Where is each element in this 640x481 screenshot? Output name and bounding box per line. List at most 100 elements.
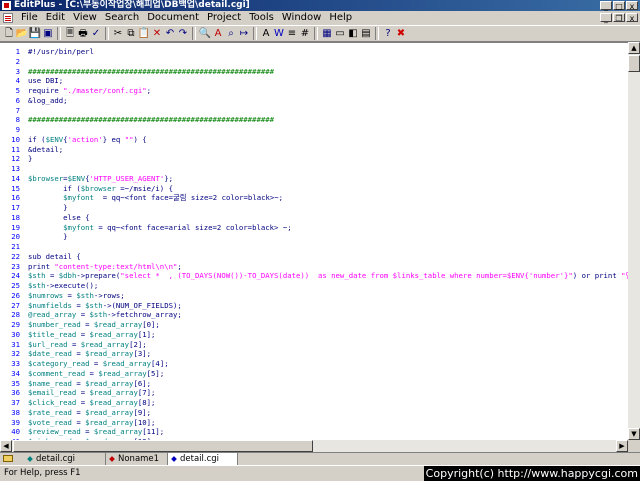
print-icon[interactable]: 🖶 xyxy=(77,28,89,40)
horizontal-scroll-thumb[interactable] xyxy=(13,440,313,452)
code-line[interactable]: 38 $rate_read = $read_array[9]; xyxy=(0,408,628,418)
menu-document[interactable]: Document xyxy=(143,11,203,25)
code-line[interactable]: 21 xyxy=(0,242,628,252)
code-line[interactable]: 5 require "./master/conf.cgi"; xyxy=(0,86,628,96)
horizontal-scrollbar[interactable]: ◀ ▶ xyxy=(0,440,640,452)
code-token: [10]; xyxy=(133,417,156,427)
code-line[interactable]: 35 $name_read = $read_array[6]; xyxy=(0,379,628,389)
code-line[interactable]: 26 $numrows = $sth->rows; xyxy=(0,291,628,301)
code-line[interactable]: 16 $myfont = qq~<font face=굴림 size=2 col… xyxy=(0,193,628,203)
scroll-down-button[interactable]: ▼ xyxy=(628,428,640,440)
code-line[interactable]: 2 xyxy=(0,57,628,67)
output-window-icon[interactable]: ▭ xyxy=(334,28,346,40)
font-icon[interactable]: A xyxy=(260,28,272,40)
code-line[interactable]: 10 if ($ENV{'action'} eq "") { xyxy=(0,135,628,145)
code-line[interactable]: 37 $click_read = $read_array[8]; xyxy=(0,398,628,408)
ruler-icon[interactable]: ≡ xyxy=(286,28,298,40)
code-line[interactable]: 9 xyxy=(0,125,628,135)
code-line[interactable]: 8 #######################################… xyxy=(0,115,628,125)
spell-check-icon[interactable]: ✓ xyxy=(90,28,102,40)
open-folder-icon[interactable]: 📂 xyxy=(16,28,28,40)
menu-edit[interactable]: Edit xyxy=(42,11,69,25)
directory-window-icon[interactable]: ◧ xyxy=(347,28,359,40)
code-line[interactable]: 31 $url_read = $read_array[2]; xyxy=(0,340,628,350)
tab-noname1[interactable]: Noname1 xyxy=(106,453,168,465)
scroll-up-button[interactable]: ▲ xyxy=(628,42,640,54)
menu-project[interactable]: Project xyxy=(203,11,245,25)
code-line[interactable]: 20 } xyxy=(0,232,628,242)
scroll-right-button[interactable]: ▶ xyxy=(616,440,628,452)
minimize-button[interactable]: _ xyxy=(600,1,612,11)
goto-icon[interactable]: ↦ xyxy=(238,28,250,40)
code-line[interactable]: 6 &log_add; xyxy=(0,96,628,106)
code-line[interactable]: 3 #######################################… xyxy=(0,67,628,77)
menu-view[interactable]: View xyxy=(69,11,101,25)
menu-help[interactable]: Help xyxy=(325,11,356,25)
paste-icon[interactable]: 📋 xyxy=(138,28,150,40)
code-line[interactable]: 27 $numfields = $sth->(NUM_OF_FIELDS); xyxy=(0,301,628,311)
code-editor[interactable]: 1 #!/usr/bin/perl 2 3 ######################… xyxy=(0,42,628,440)
doc-minimize-button[interactable]: _ xyxy=(600,13,612,23)
code-line[interactable]: 17 } xyxy=(0,203,628,213)
save-all-icon[interactable]: ▣ xyxy=(42,28,54,40)
close-button[interactable]: x xyxy=(626,1,638,11)
redo-icon[interactable]: ↷ xyxy=(177,28,189,40)
copy-icon[interactable]: ⧉ xyxy=(125,28,137,40)
find-in-files-icon[interactable]: ⌕ xyxy=(225,28,237,40)
stop-icon[interactable]: ✖ xyxy=(395,28,407,40)
code-line[interactable]: 18 else { xyxy=(0,213,628,223)
code-line[interactable]: 40 $review_read = $read_array[11]; xyxy=(0,427,628,437)
browser-icon[interactable]: ▦ xyxy=(321,28,333,40)
vertical-scrollbar[interactable]: ▲ ▼ xyxy=(628,42,640,440)
code-line[interactable]: 34 $comment_read = $read_array[5]; xyxy=(0,369,628,379)
code-line[interactable]: 22 sub detail { xyxy=(0,252,628,262)
code-line[interactable]: 32 $date_read = $read_array[3]; xyxy=(0,349,628,359)
code-line[interactable]: 1 #!/usr/bin/perl xyxy=(0,47,628,57)
document-icon[interactable] xyxy=(3,13,13,23)
code-line[interactable]: 33 $category_read = $read_array[4]; xyxy=(0,359,628,369)
code-line[interactable]: 23 print "content-type:text/html\n\n"; xyxy=(0,262,628,272)
code-line[interactable]: 12} xyxy=(0,154,628,164)
find-icon[interactable]: 🔍 xyxy=(199,28,211,40)
code-line[interactable]: 24 $sth = $dbh->prepare("select * , (TO_D… xyxy=(0,271,628,281)
code-line[interactable]: 30 $title_read = $read_array[1]; xyxy=(0,330,628,340)
print-preview-icon[interactable]: 🗏 xyxy=(64,28,76,40)
code-line[interactable]: 39 $vote_read = $read_array[10]; xyxy=(0,418,628,428)
doc-close-button[interactable]: x xyxy=(626,13,638,23)
delete-icon[interactable]: ✕ xyxy=(151,28,163,40)
code-line[interactable]: 19 $myfont = qq~<font face=arial size=2 … xyxy=(0,223,628,233)
maximize-button[interactable]: □ xyxy=(613,1,625,11)
line-source: $myfont = qq~<font face=arial size=2 col… xyxy=(28,223,291,233)
cut-icon[interactable]: ✂ xyxy=(112,28,124,40)
code-line[interactable]: 15 if ($browser =~/msie/i) { xyxy=(0,184,628,194)
code-line[interactable]: 29 $number_read = $read_array[0]; xyxy=(0,320,628,330)
vertical-scroll-thumb[interactable] xyxy=(628,55,640,72)
editplus-app-icon[interactable] xyxy=(2,1,11,10)
menu-file[interactable]: File xyxy=(17,11,42,25)
cliptext-icon[interactable]: ▤ xyxy=(360,28,372,40)
code-line[interactable]: 14 $browser=$ENV{'HTTP_USER_AGENT'}; xyxy=(0,174,628,184)
undo-icon[interactable]: ↶ xyxy=(164,28,176,40)
save-icon[interactable]: 💾 xyxy=(29,28,41,40)
code-line[interactable]: 13 xyxy=(0,164,628,174)
code-line[interactable]: 11 &detail; xyxy=(0,145,628,155)
line-number-icon[interactable]: # xyxy=(299,28,311,40)
code-line[interactable]: 28 @read_array = $sth->fetchrow_array; xyxy=(0,310,628,320)
code-token: #!/usr/bin/perl xyxy=(28,47,94,56)
scroll-left-button[interactable]: ◀ xyxy=(0,440,12,452)
menu-tools[interactable]: Tools xyxy=(245,11,278,25)
word-wrap-icon[interactable]: W xyxy=(273,28,285,40)
tab-detail-cgi-1[interactable]: detail.cgi xyxy=(24,453,106,465)
code-line[interactable]: 36 $email_read = $read_array[7]; xyxy=(0,388,628,398)
folder-icon[interactable] xyxy=(3,455,13,462)
replace-icon[interactable]: A xyxy=(212,28,224,40)
code-line[interactable]: 4 use DBI; xyxy=(0,76,628,86)
tab-detail-cgi-2[interactable]: detail.cgi xyxy=(168,453,238,465)
code-line[interactable]: 25 $sth->execute(); xyxy=(0,281,628,291)
help-icon[interactable]: ? xyxy=(382,28,394,40)
menu-search[interactable]: Search xyxy=(101,11,143,25)
new-file-icon[interactable]: 🗋 xyxy=(3,28,15,40)
code-line[interactable]: 7 xyxy=(0,106,628,116)
doc-restore-button[interactable]: ❐ xyxy=(613,13,625,23)
menu-window[interactable]: Window xyxy=(278,11,325,25)
